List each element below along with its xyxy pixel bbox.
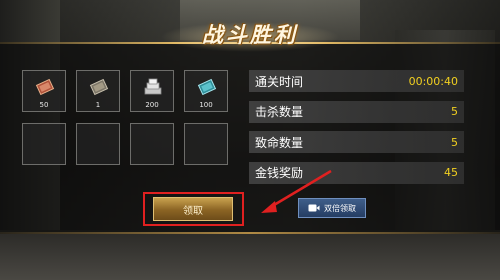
stat-label: 致命数量 [255,135,304,150]
stat-row-fatal: 致命数量 5 [249,131,464,153]
gray-ticket-icon [89,78,109,96]
stat-row-clear-time: 通关时间 00:00:40 [249,70,464,92]
empty-reward-slot [22,123,66,165]
reward-count: 100 [199,101,213,109]
stat-value: 45 [444,166,458,179]
reward-grid: 50 1 200 100 [22,70,228,165]
stat-value: 00:00:40 [408,74,458,88]
reward-count: 200 [145,101,159,109]
stat-value: 5 [451,105,458,118]
claim-button[interactable]: 领取 [153,197,233,221]
reward-slot[interactable]: 100 [184,70,228,112]
double-claim-button[interactable]: 双倍领取 [298,198,366,218]
reward-slot[interactable]: 200 [130,70,174,112]
empty-reward-slot [184,123,228,165]
reward-slot[interactable]: 50 [22,70,66,112]
stat-value: 5 [451,135,458,149]
stat-row-kills: 击杀数量 5 [249,100,464,123]
reward-slot[interactable]: 1 [76,70,120,112]
reward-count: 1 [95,101,101,109]
empty-reward-slot [130,123,174,165]
double-claim-label: 双倍领取 [324,203,356,213]
stat-label: 通关时间 [255,74,304,89]
page-title: 战斗胜利 [202,23,298,47]
title-banner: 战斗胜利 [160,14,340,54]
stat-label: 击杀数量 [255,105,304,119]
cyan-ticket-icon [197,78,217,96]
reward-count: 50 [39,101,49,109]
background-floor [0,230,500,280]
silver-coins-icon [144,78,162,95]
empty-reward-slot [76,123,120,165]
video-icon [308,204,320,212]
red-ticket-icon [35,78,55,96]
panel-bottom-border [0,232,500,234]
